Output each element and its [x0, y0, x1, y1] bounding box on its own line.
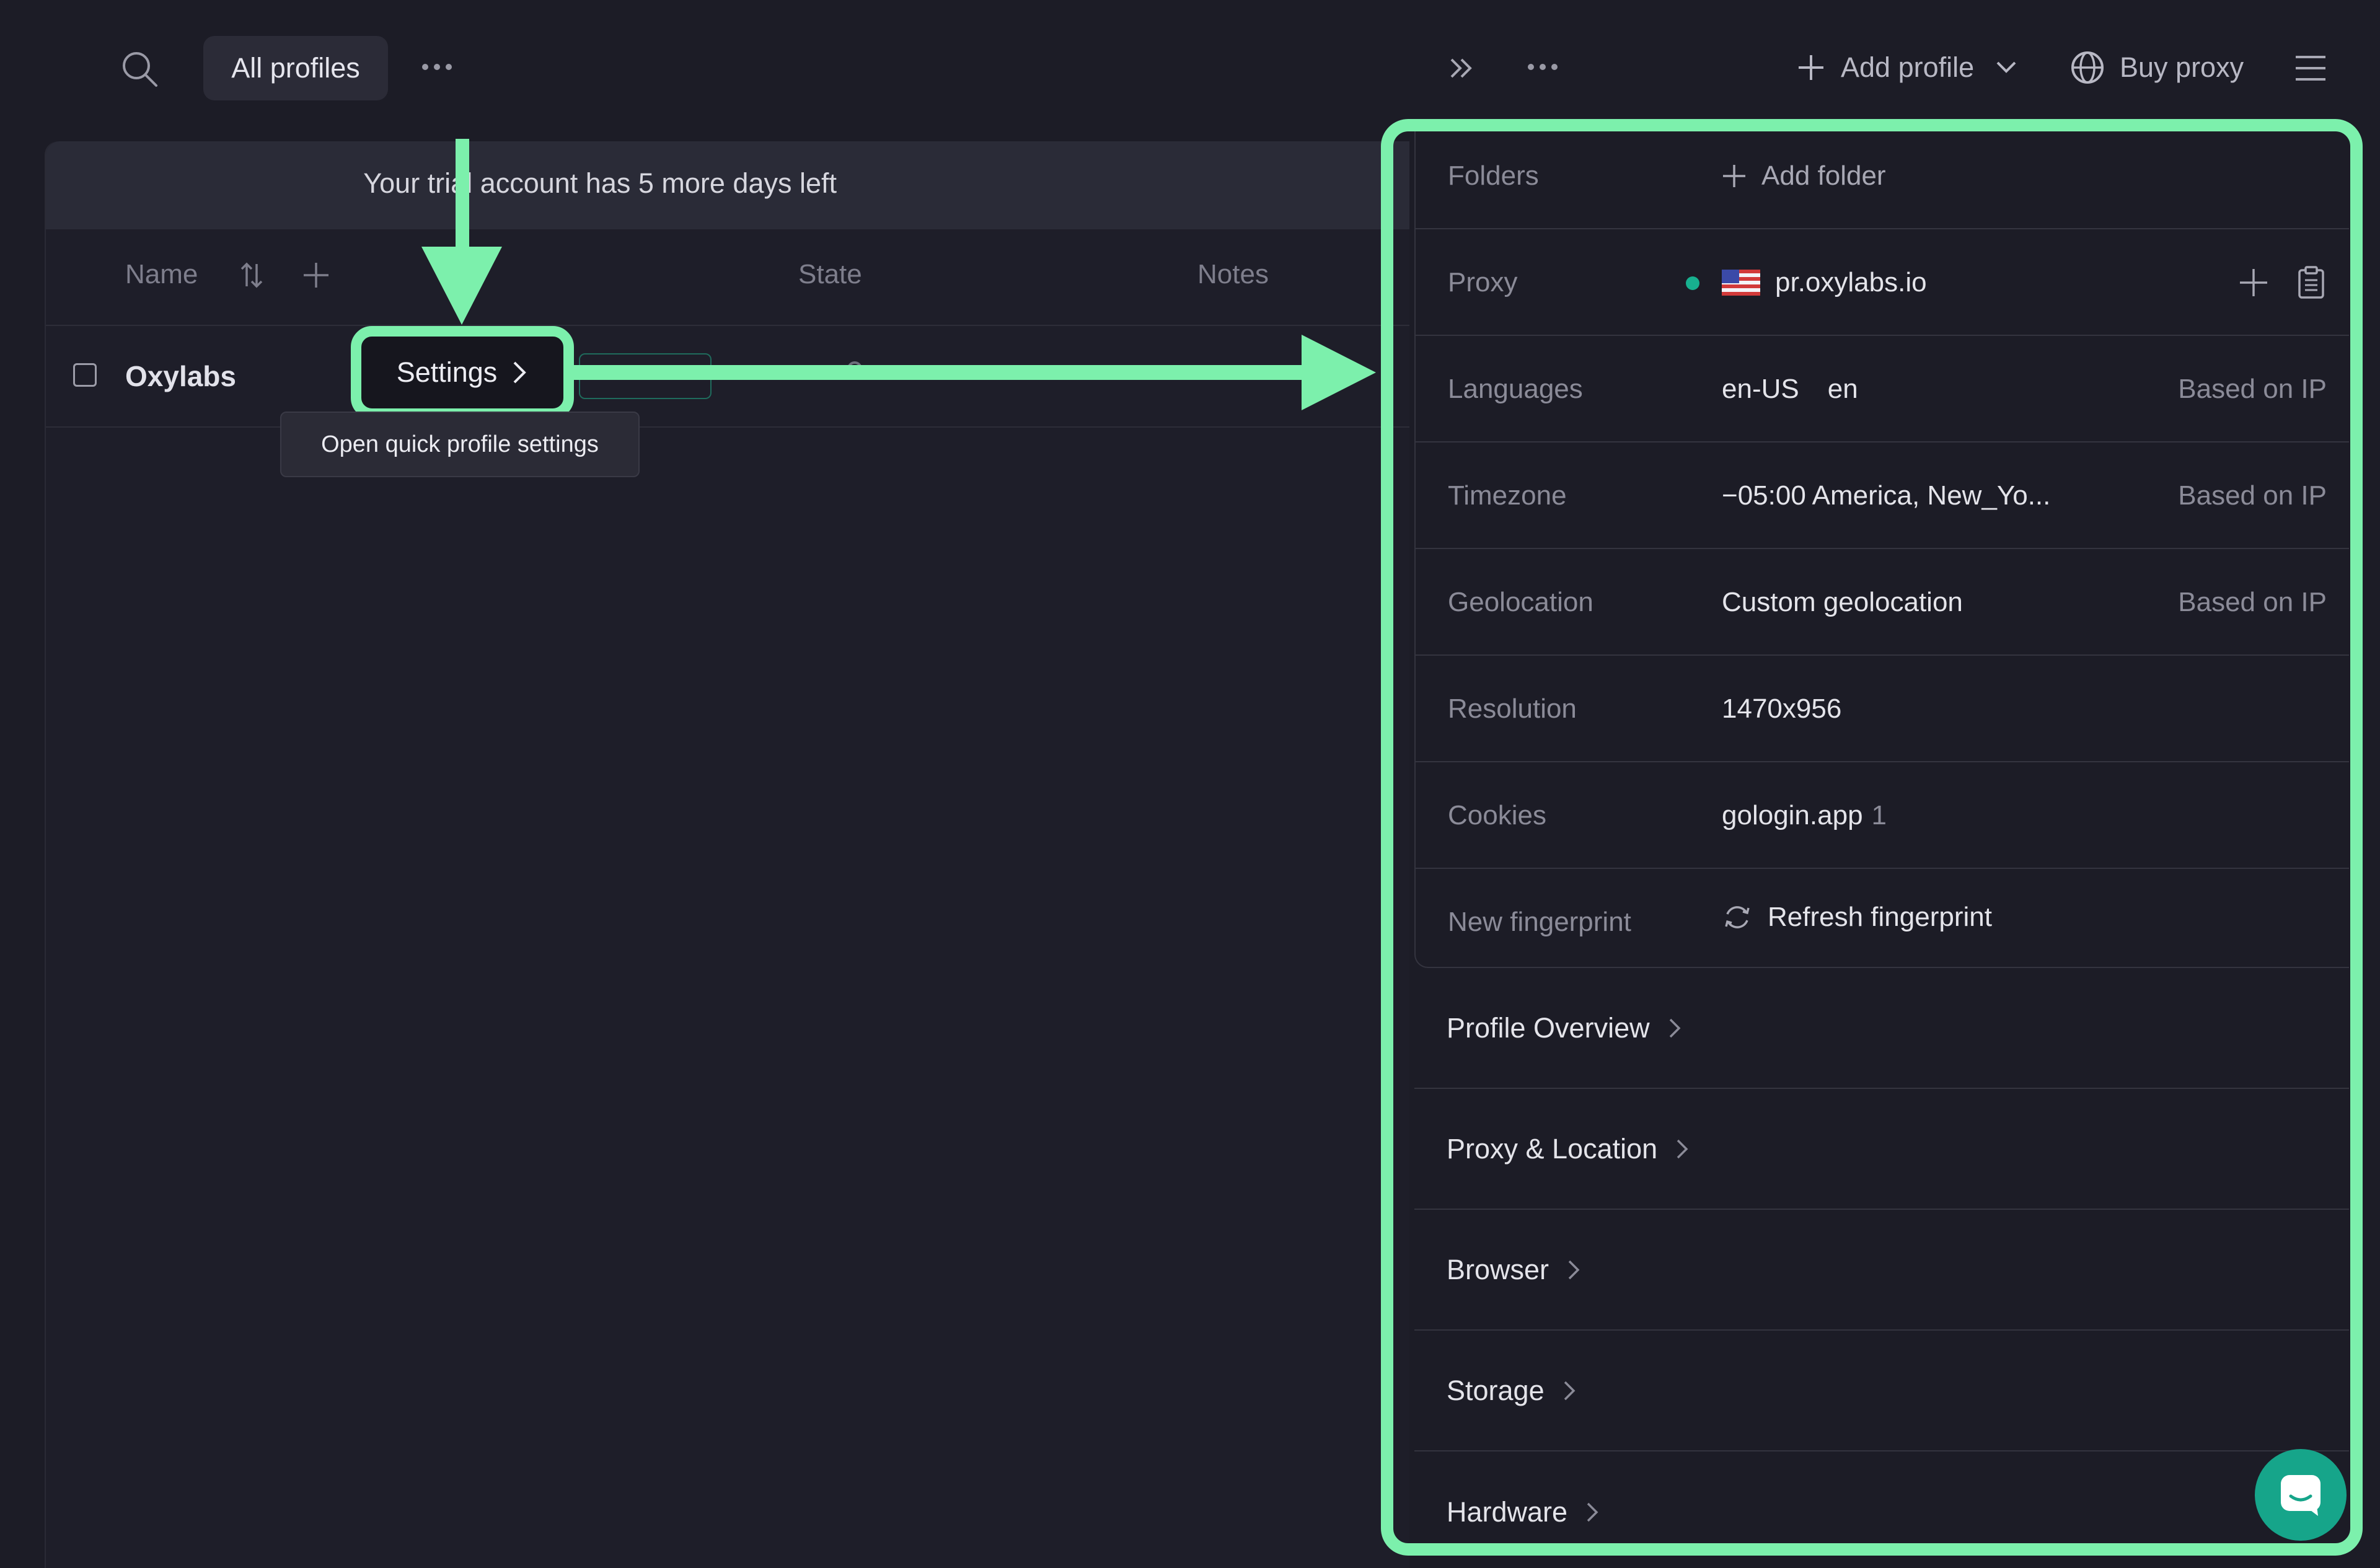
globe-icon	[2070, 50, 2105, 85]
chat-support-button[interactable]	[2255, 1449, 2347, 1541]
trial-banner: Your trial account has 5 more days left	[46, 141, 1409, 229]
chevron-down-icon[interactable]	[1995, 60, 2017, 75]
header-divider	[46, 325, 1409, 326]
chat-icon	[2277, 1471, 2324, 1518]
add-profile-button[interactable]: Add profile	[1796, 48, 2017, 87]
all-profiles-tab[interactable]: All profiles	[203, 36, 388, 100]
buy-proxy-button[interactable]: Buy proxy	[2070, 48, 2244, 87]
settings-label: Settings	[396, 356, 498, 388]
chevron-right-icon	[511, 359, 528, 386]
row-checkbox[interactable]	[73, 363, 97, 387]
search-icon[interactable]	[120, 50, 160, 89]
right-arrow	[570, 335, 1376, 410]
add-profile-label: Add profile	[1841, 51, 1975, 83]
settings-button[interactable]: Settings	[351, 326, 574, 419]
sort-icon[interactable]	[239, 260, 264, 290]
more-options-right-icon[interactable]	[1526, 61, 1559, 73]
down-arrow	[421, 139, 502, 325]
column-header-notes[interactable]: Notes	[1197, 259, 1269, 290]
column-header-name[interactable]: Name	[125, 259, 198, 290]
column-header-state[interactable]: State	[798, 259, 862, 290]
buy-proxy-label: Buy proxy	[2120, 51, 2244, 83]
more-options-icon[interactable]	[420, 61, 454, 73]
tooltip: Open quick profile settings	[280, 412, 640, 477]
all-profiles-label: All profiles	[231, 52, 360, 84]
add-column-icon[interactable]	[302, 262, 330, 289]
plus-icon	[1796, 53, 1826, 82]
expand-panel-icon[interactable]	[1448, 55, 1475, 82]
profile-name[interactable]: Oxylabs	[125, 359, 236, 393]
row-divider	[46, 426, 1409, 428]
panel-highlight-frame	[1381, 119, 2363, 1556]
hamburger-menu-icon[interactable]	[2294, 55, 2327, 82]
